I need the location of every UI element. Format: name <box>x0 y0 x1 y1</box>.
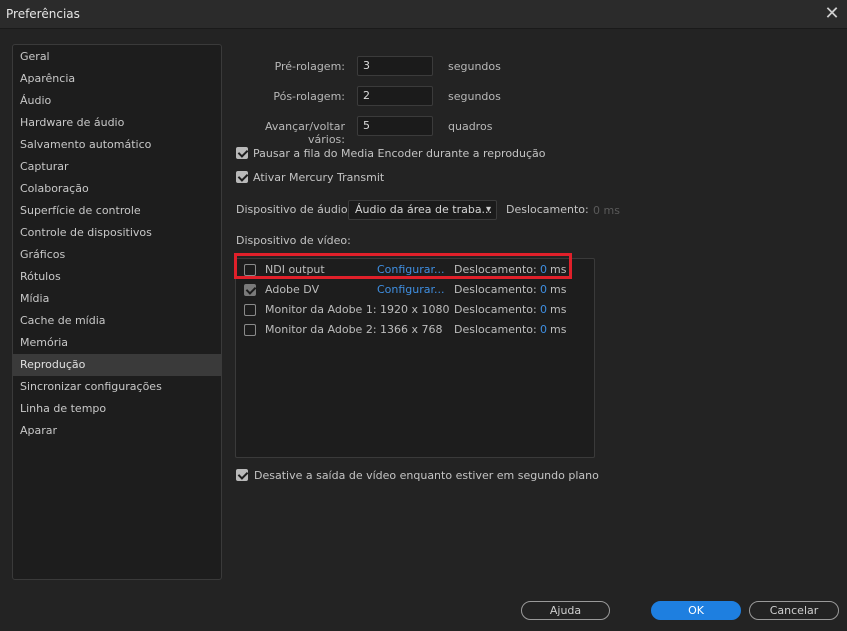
device-name: Monitor da Adobe 2: 1366 x 768 <box>265 323 443 336</box>
offset-label: Deslocamento: <box>454 323 537 336</box>
pause-encoder-checkbox[interactable] <box>236 147 248 159</box>
device-name: Monitor da Adobe 1: 1920 x 1080 <box>265 303 450 316</box>
window-title: Preferências <box>6 7 80 21</box>
audio-offset-label: Deslocamento: <box>506 203 589 216</box>
offset-label: Deslocamento: <box>454 303 537 316</box>
offset-label: Deslocamento: <box>454 283 537 296</box>
sidebar-item-audio[interactable]: Áudio <box>13 90 221 112</box>
mercury-transmit-checkbox[interactable] <box>236 171 248 183</box>
audio-offset-value: 0 ms <box>593 204 620 217</box>
sidebar-item-labels[interactable]: Rótulos <box>13 266 221 288</box>
device-name: Adobe DV <box>265 283 320 296</box>
preroll-label: Pré-rolagem: <box>274 60 345 73</box>
mercury-transmit-label: Ativar Mercury Transmit <box>253 171 385 184</box>
offset-unit: ms <box>550 323 567 336</box>
sidebar-item-media-cache[interactable]: Cache de mídia <box>13 310 221 332</box>
sidebar-item-auto-save[interactable]: Salvamento automático <box>13 134 221 156</box>
offset-unit: ms <box>550 283 567 296</box>
audio-device-label: Dispositivo de áudio: <box>236 203 352 216</box>
title-bar: Preferências ✕ <box>0 0 847 29</box>
sidebar-item-graphics[interactable]: Gráficos <box>13 244 221 266</box>
postroll-unit: segundos <box>448 90 501 103</box>
monitor-2-checkbox[interactable] <box>244 324 256 336</box>
sidebar-item-device-control[interactable]: Controle de dispositivos <box>13 222 221 244</box>
step-label: Avançar/voltar vários: <box>265 120 345 146</box>
list-item: Monitor da Adobe 1: 1920 x 1080 Deslocam… <box>236 300 594 320</box>
sidebar-item-media[interactable]: Mídia <box>13 288 221 310</box>
offset-value[interactable]: 0 <box>540 323 547 336</box>
postroll-input[interactable]: 2 <box>357 86 433 106</box>
sidebar-item-geral[interactable]: Geral <box>13 46 221 68</box>
step-unit: quadros <box>448 120 493 133</box>
help-button[interactable]: Ajuda <box>521 601 610 620</box>
postroll-label: Pós-rolagem: <box>273 90 345 103</box>
sidebar-item-capture[interactable]: Capturar <box>13 156 221 178</box>
offset-unit: ms <box>550 303 567 316</box>
pause-encoder-label: Pausar a fila do Media Encoder durante a… <box>253 147 546 160</box>
sidebar-item-trim[interactable]: Aparar <box>13 420 221 442</box>
close-icon[interactable]: ✕ <box>821 3 843 25</box>
chevron-down-icon: ▾ <box>485 204 491 215</box>
audio-device-select[interactable]: Áudio da área de traba... ▾ <box>348 200 497 220</box>
list-item: Adobe DV Configurar... Deslocamento: 0 m… <box>236 280 594 300</box>
preroll-unit: segundos <box>448 60 501 73</box>
highlight-box <box>234 253 572 279</box>
sidebar-item-sync-settings[interactable]: Sincronizar configurações <box>13 376 221 398</box>
sidebar-item-timeline[interactable]: Linha de tempo <box>13 398 221 420</box>
sidebar-item-collaboration[interactable]: Colaboração <box>13 178 221 200</box>
adobe-dv-checkbox[interactable] <box>244 284 256 296</box>
disable-background-label: Desative a saída de vídeo enquanto estiv… <box>254 469 599 482</box>
monitor-1-checkbox[interactable] <box>244 304 256 316</box>
video-device-label: Dispositivo de vídeo: <box>236 234 351 247</box>
sidebar-item-control-surface[interactable]: Superfície de controle <box>13 200 221 222</box>
sidebar-item-memory[interactable]: Memória <box>13 332 221 354</box>
sidebar-item-playback[interactable]: Reprodução <box>13 354 221 376</box>
configure-link[interactable]: Configurar... <box>377 283 445 296</box>
sidebar-item-aparencia[interactable]: Aparência <box>13 68 221 90</box>
preferences-sidebar: Geral Aparência Áudio Hardware de áudio … <box>12 44 222 580</box>
sidebar-item-audio-hardware[interactable]: Hardware de áudio <box>13 112 221 134</box>
ok-button[interactable]: OK <box>651 601 741 620</box>
list-item: Monitor da Adobe 2: 1366 x 768 Deslocame… <box>236 320 594 340</box>
offset-value[interactable]: 0 <box>540 283 547 296</box>
disable-background-checkbox[interactable] <box>236 469 248 481</box>
video-device-list: NDI output Configurar... Deslocamento: 0… <box>235 258 595 458</box>
offset-value[interactable]: 0 <box>540 303 547 316</box>
cancel-button[interactable]: Cancelar <box>749 601 839 620</box>
preroll-input[interactable]: 3 <box>357 56 433 76</box>
audio-device-value: Áudio da área de traba... <box>355 203 493 216</box>
step-input[interactable]: 5 <box>357 116 433 136</box>
